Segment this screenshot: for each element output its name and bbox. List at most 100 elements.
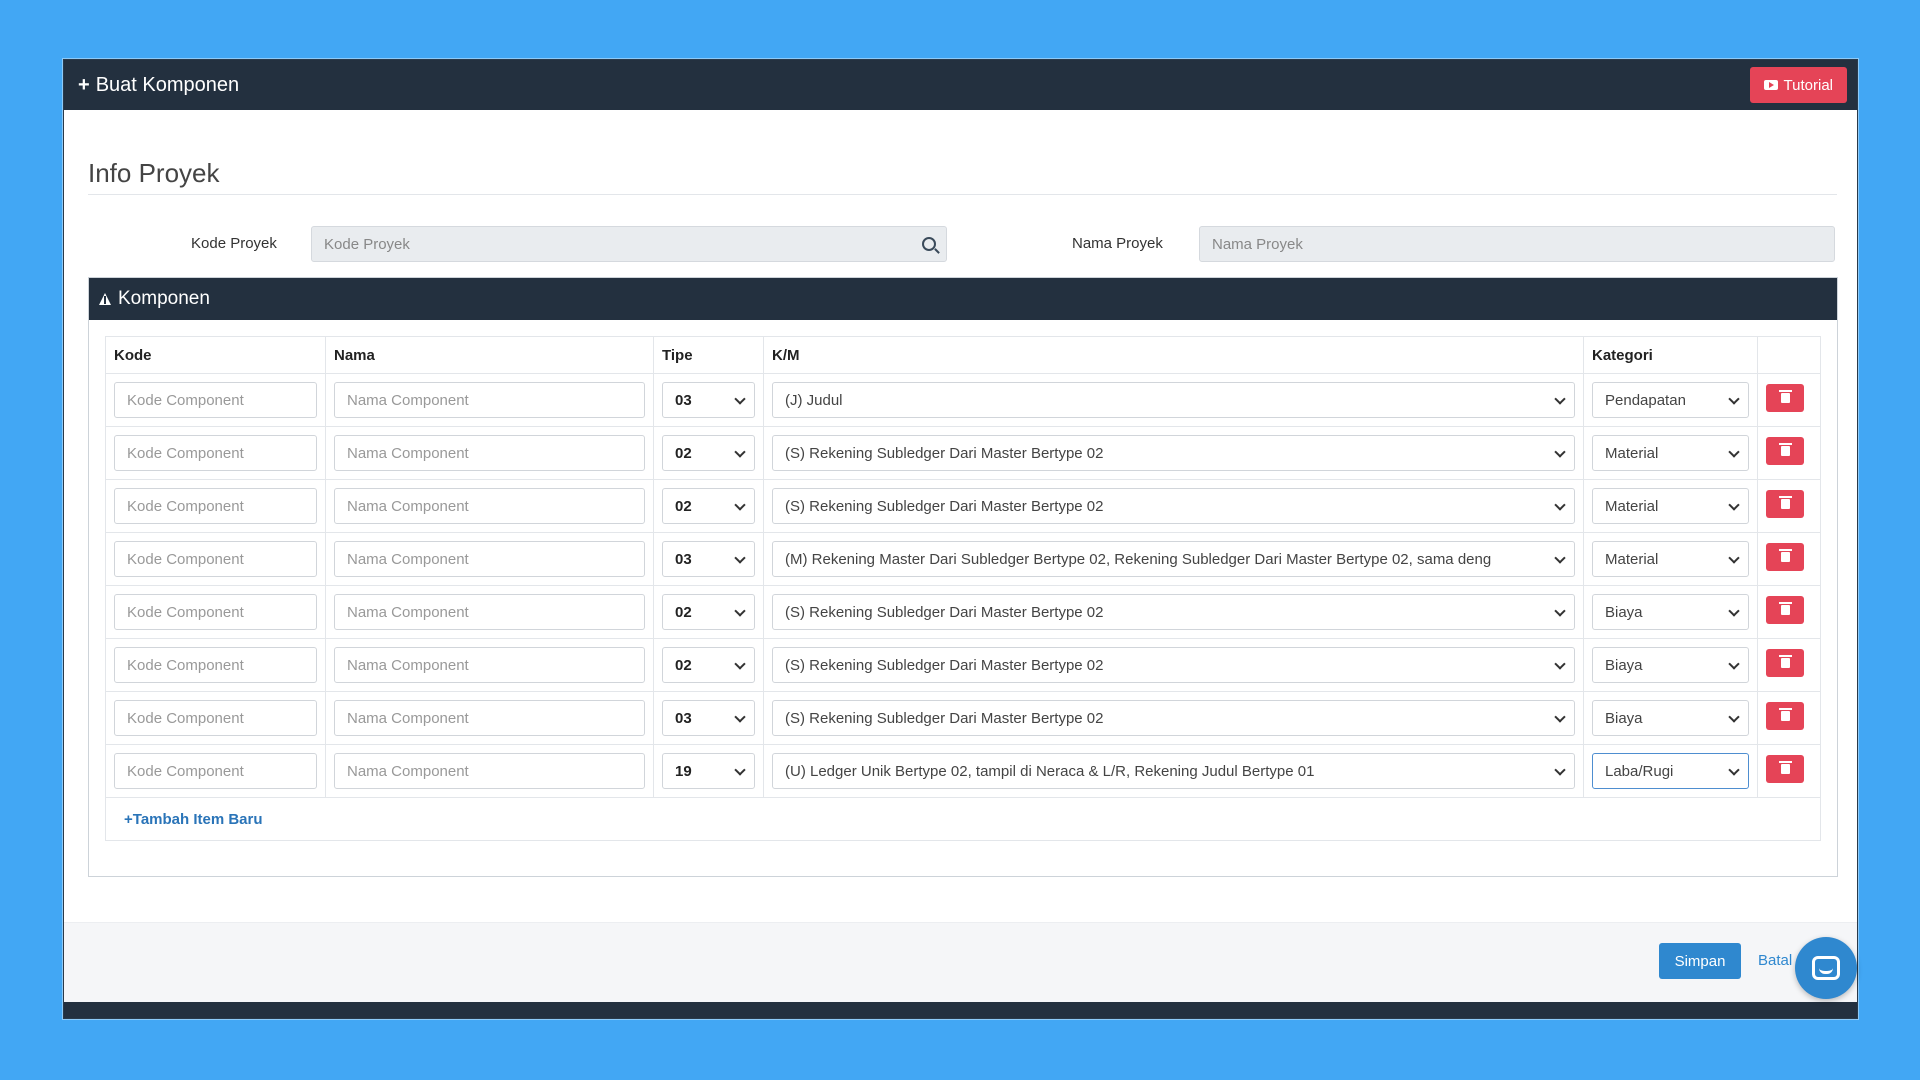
- action-cell: [1758, 586, 1820, 638]
- kategori-select[interactable]: Biaya: [1592, 647, 1749, 683]
- action-cell: [1758, 533, 1820, 585]
- kategori-value: Biaya: [1605, 656, 1643, 674]
- trash-icon: [1778, 761, 1792, 774]
- tipe-value: 03: [675, 550, 692, 568]
- kode-component-input[interactable]: Kode Component: [114, 594, 317, 630]
- kategori-select[interactable]: Material: [1592, 435, 1749, 471]
- section-divider: [88, 194, 1837, 195]
- tipe-select[interactable]: 19: [662, 753, 755, 789]
- kode-component-input[interactable]: Kode Component: [114, 700, 317, 736]
- komponen-table: Kode Nama Tipe K/M Kategori Kode Compone…: [105, 336, 1821, 841]
- km-cell: (M) Rekening Master Dari Subledger Berty…: [764, 533, 1584, 585]
- chat-icon: [1812, 956, 1840, 980]
- nama-component-input[interactable]: Nama Component: [334, 435, 645, 471]
- chevron-down-icon: [1728, 499, 1740, 511]
- bottom-bar: [64, 1002, 1857, 1018]
- kategori-cell: Pendapatan: [1584, 374, 1758, 426]
- tipe-value: 03: [675, 391, 692, 409]
- delete-row-button[interactable]: [1766, 384, 1804, 412]
- km-select[interactable]: (S) Rekening Subledger Dari Master Berty…: [772, 488, 1575, 524]
- delete-row-button[interactable]: [1766, 437, 1804, 465]
- chevron-down-icon: [1554, 605, 1566, 617]
- delete-row-button[interactable]: [1766, 649, 1804, 677]
- tipe-select[interactable]: 02: [662, 488, 755, 524]
- kode-component-input[interactable]: Kode Component: [114, 435, 317, 471]
- nama-component-input[interactable]: Nama Component: [334, 594, 645, 630]
- tipe-select[interactable]: 02: [662, 647, 755, 683]
- tipe-cell: 03: [654, 533, 764, 585]
- km-select[interactable]: (S) Rekening Subledger Dari Master Berty…: [772, 594, 1575, 630]
- chevron-down-icon: [1728, 711, 1740, 723]
- kode-component-placeholder: Kode Component: [127, 762, 244, 780]
- nama-proyek-input[interactable]: Nama Proyek: [1199, 226, 1835, 262]
- add-item-label: Tambah Item Baru: [132, 810, 263, 828]
- tipe-value: 02: [675, 444, 692, 462]
- nama-component-input[interactable]: Nama Component: [334, 488, 645, 524]
- kode-component-input[interactable]: Kode Component: [114, 488, 317, 524]
- tutorial-button[interactable]: Tutorial: [1749, 67, 1847, 103]
- kode-component-input[interactable]: Kode Component: [114, 541, 317, 577]
- trash-icon: [1778, 390, 1792, 403]
- km-value: (M) Rekening Master Dari Subledger Berty…: [785, 550, 1492, 568]
- chevron-down-icon: [734, 552, 746, 564]
- chevron-down-icon: [1554, 499, 1566, 511]
- km-select[interactable]: (M) Rekening Master Dari Subledger Berty…: [772, 541, 1575, 577]
- kode-component-input[interactable]: Kode Component: [114, 647, 317, 683]
- kode-proyek-input[interactable]: Kode Proyek: [311, 226, 947, 262]
- nama-component-input[interactable]: Nama Component: [334, 647, 645, 683]
- chevron-down-icon: [734, 605, 746, 617]
- chevron-down-icon: [1554, 764, 1566, 776]
- nama-cell: Nama Component: [326, 692, 654, 744]
- table-row: Kode Component Nama Component 02 (S) Rekeni…: [106, 586, 1820, 639]
- kategori-select[interactable]: Pendapatan: [1592, 382, 1749, 418]
- column-header-action: [1758, 337, 1820, 373]
- km-select[interactable]: (S) Rekening Subledger Dari Master Berty…: [772, 647, 1575, 683]
- form-footer: [64, 922, 1857, 1002]
- chevron-down-icon: [1728, 658, 1740, 670]
- nama-component-placeholder: Nama Component: [347, 709, 469, 727]
- column-header-tipe: Tipe: [654, 337, 764, 373]
- nama-component-input[interactable]: Nama Component: [334, 753, 645, 789]
- info-section-title: Info Proyek: [88, 158, 220, 188]
- search-icon[interactable]: [922, 237, 936, 251]
- kode-cell: Kode Component: [106, 533, 326, 585]
- kategori-select[interactable]: Biaya: [1592, 700, 1749, 736]
- km-select[interactable]: (S) Rekening Subledger Dari Master Berty…: [772, 700, 1575, 736]
- tipe-select[interactable]: 03: [662, 382, 755, 418]
- kategori-cell: Material: [1584, 427, 1758, 479]
- km-select[interactable]: (U) Ledger Unik Bertype 02, tampil di Ne…: [772, 753, 1575, 789]
- kategori-select[interactable]: Material: [1592, 488, 1749, 524]
- nama-component-input[interactable]: Nama Component: [334, 541, 645, 577]
- delete-row-button[interactable]: [1766, 702, 1804, 730]
- tipe-select[interactable]: 02: [662, 594, 755, 630]
- km-value: (S) Rekening Subledger Dari Master Berty…: [785, 709, 1104, 727]
- km-cell: (S) Rekening Subledger Dari Master Berty…: [764, 692, 1584, 744]
- kode-cell: Kode Component: [106, 480, 326, 532]
- nama-component-input[interactable]: Nama Component: [334, 700, 645, 736]
- kode-component-input[interactable]: Kode Component: [114, 753, 317, 789]
- tipe-select[interactable]: 02: [662, 435, 755, 471]
- save-button[interactable]: Simpan: [1659, 943, 1741, 979]
- tipe-select[interactable]: 03: [662, 541, 755, 577]
- chat-widget-button[interactable]: [1795, 937, 1857, 999]
- delete-row-button[interactable]: [1766, 596, 1804, 624]
- kategori-value: Pendapatan: [1605, 391, 1686, 409]
- add-item-link[interactable]: +Tambah Item Baru: [124, 811, 263, 828]
- kategori-select[interactable]: Laba/Rugi: [1592, 753, 1749, 789]
- delete-row-button[interactable]: [1766, 543, 1804, 571]
- tipe-select[interactable]: 03: [662, 700, 755, 736]
- nama-component-placeholder: Nama Component: [347, 391, 469, 409]
- cancel-link[interactable]: Batal: [1758, 952, 1792, 969]
- delete-row-button[interactable]: [1766, 490, 1804, 518]
- kategori-select[interactable]: Material: [1592, 541, 1749, 577]
- km-select[interactable]: (J) Judul: [772, 382, 1575, 418]
- column-header-kategori: Kategori: [1584, 337, 1758, 373]
- kategori-value: Biaya: [1605, 709, 1643, 727]
- delete-row-button[interactable]: [1766, 755, 1804, 783]
- km-select[interactable]: (S) Rekening Subledger Dari Master Berty…: [772, 435, 1575, 471]
- project-info-row: Kode Proyek Kode Proyek Nama Proyek Nama…: [64, 226, 1857, 262]
- tipe-cell: 02: [654, 427, 764, 479]
- nama-component-input[interactable]: Nama Component: [334, 382, 645, 418]
- kategori-select[interactable]: Biaya: [1592, 594, 1749, 630]
- kode-component-input[interactable]: Kode Component: [114, 382, 317, 418]
